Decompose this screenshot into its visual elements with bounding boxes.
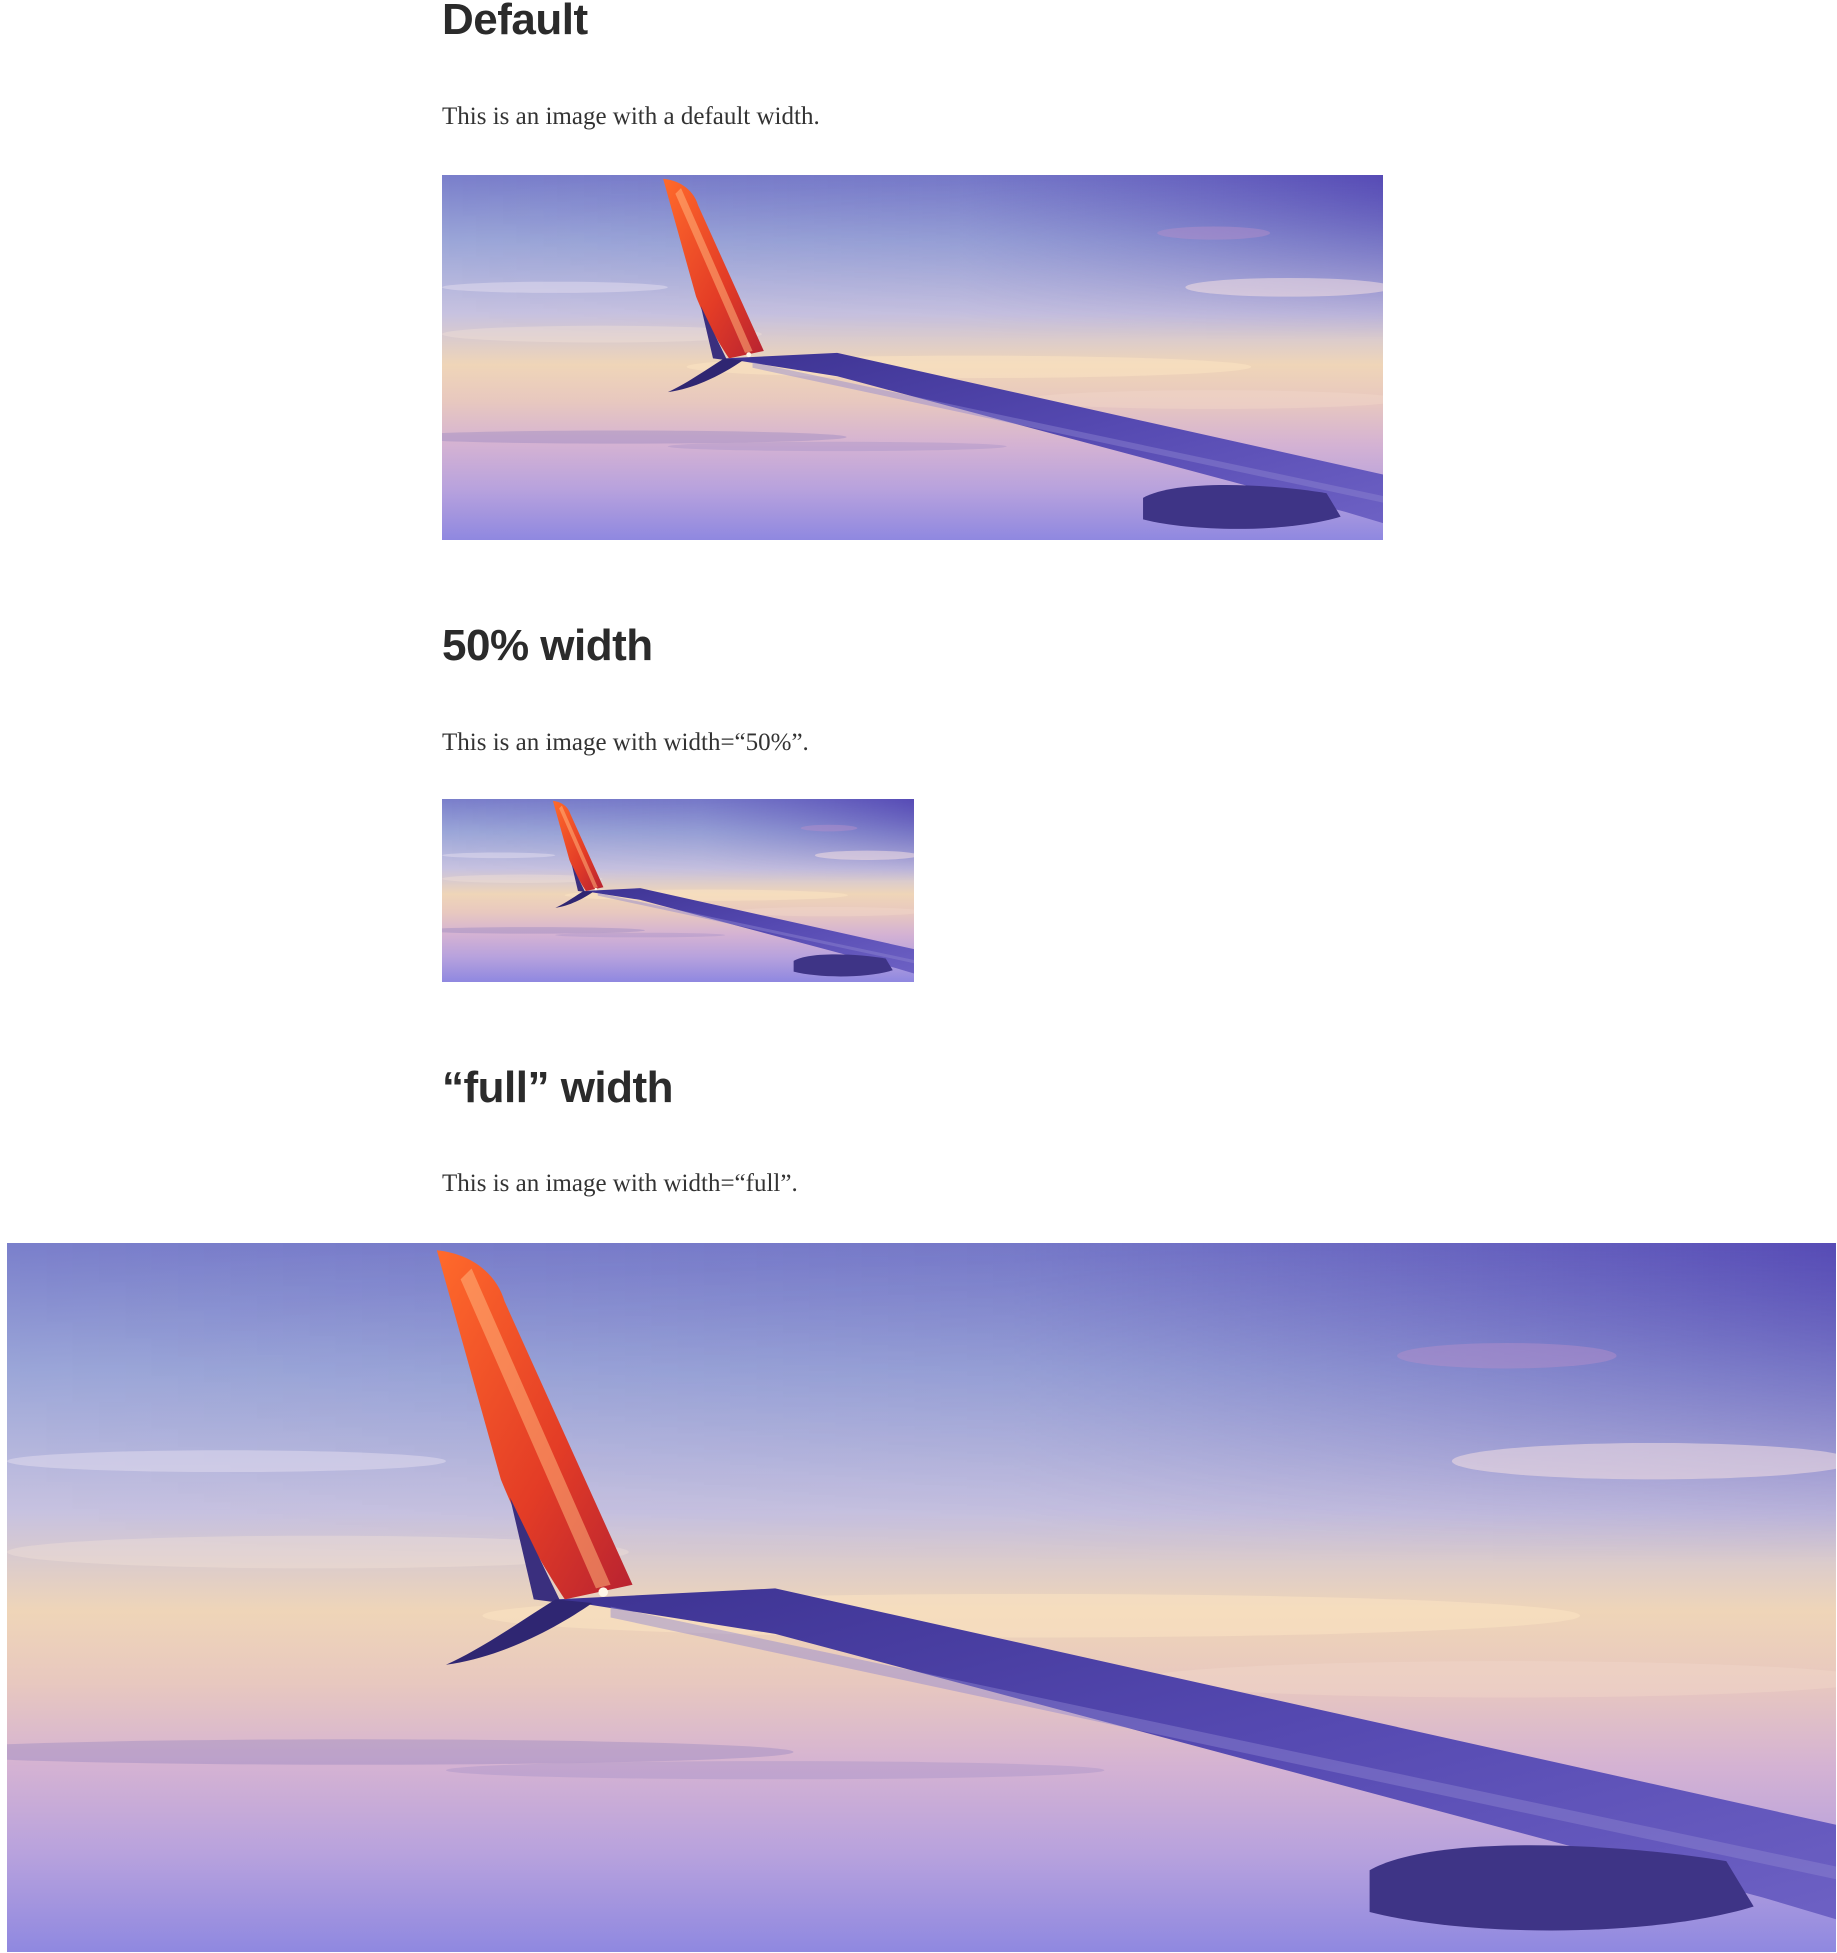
airplane-wing-image-full xyxy=(7,1243,1836,1952)
heading-full-width: “full” width xyxy=(442,1063,674,1112)
heading-default: Default xyxy=(442,0,588,44)
paragraph-full-width: This is an image with width=“full”. xyxy=(442,1170,798,1197)
airplane-wing-image-half xyxy=(442,799,914,982)
paragraph-default: This is an image with a default width. xyxy=(442,103,820,130)
paragraph-half-width: This is an image with width=“50%”. xyxy=(442,729,809,756)
airplane-wing-image-default xyxy=(442,175,1383,540)
heading-half-width: 50% width xyxy=(442,621,653,670)
